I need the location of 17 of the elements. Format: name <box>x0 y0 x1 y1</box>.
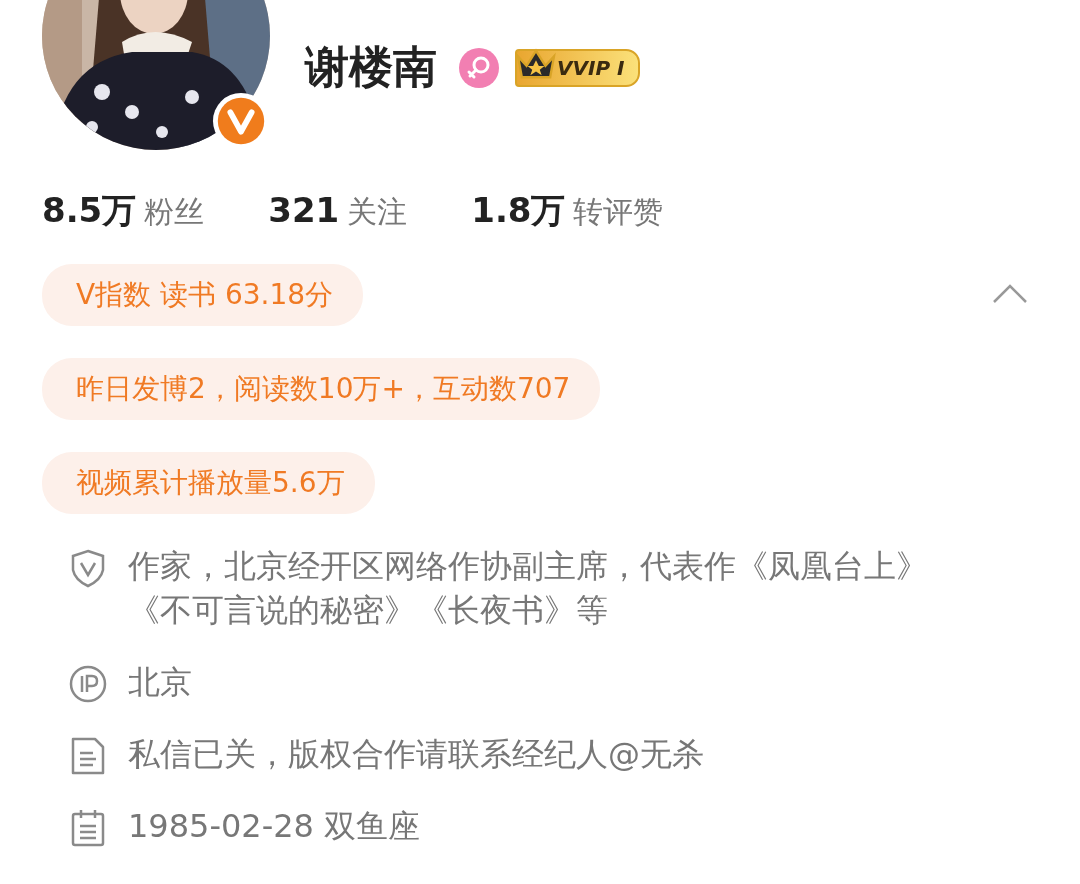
stat-count[interactable]: 1.8万 <box>471 188 566 234</box>
stat-label[interactable]: 关注 <box>347 192 408 233</box>
profile-info-text: 北京 <box>128 662 192 703</box>
stat-count[interactable]: 8.5万 <box>42 188 137 234</box>
stat-highlight-tag[interactable]: 昨日发博2，阅读数10万+，互动数707 <box>42 358 601 420</box>
stat-count[interactable]: 321 <box>268 190 340 230</box>
stat-label[interactable]: 转评赞 <box>573 192 664 233</box>
stat-label[interactable]: 粉丝 <box>144 192 205 233</box>
profile-info-text: 作家，北京经开区网络作协副主席，代表作《凤凰台上》《不可言说的秘密》《长夜书》等 <box>128 546 929 631</box>
vip-badge[interactable]: VVIP I <box>515 48 641 87</box>
profile-info-text: 私信已关，版权合作请联系经纪人@无杀 <box>128 734 704 775</box>
stat-highlight-tag[interactable]: V指数 读书 63.18分 <box>42 264 364 326</box>
user-name: 谢楼南 <box>305 40 437 94</box>
profile-info-text: 1985-02-28 双鱼座 <box>128 806 421 847</box>
ip-location-icon <box>68 664 108 704</box>
collapse-chevron-icon[interactable] <box>992 284 1028 304</box>
stat-highlight-tag[interactable]: 视频累计播放量5.6万 <box>42 452 375 514</box>
